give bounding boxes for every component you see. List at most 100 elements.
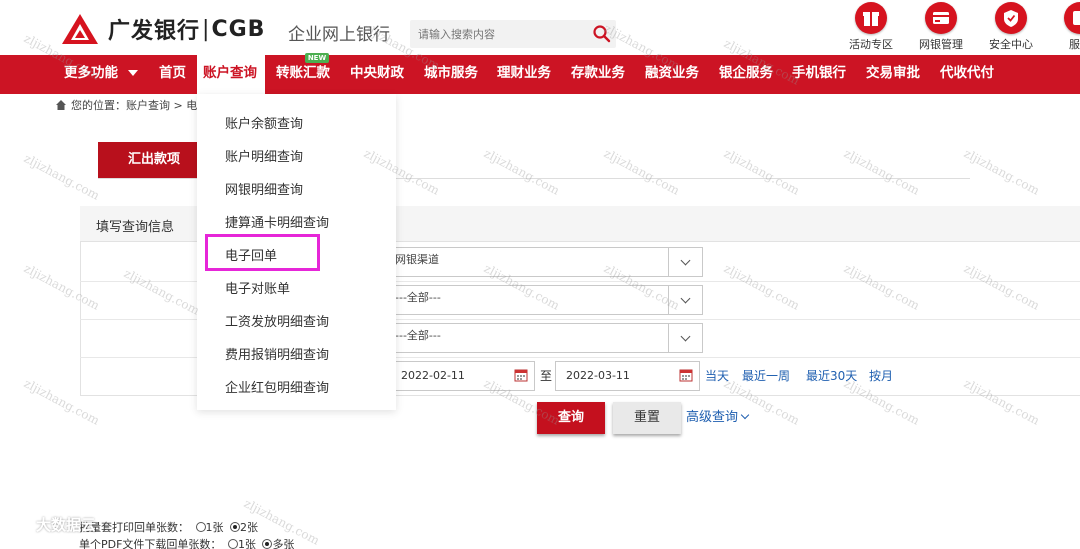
quick-link-activity[interactable]: 活动专区	[841, 2, 901, 52]
nav-item-mobile[interactable]: 手机银行	[792, 55, 846, 94]
date-last-30-days-link[interactable]: 最近30天	[806, 367, 857, 384]
radio-label: 1张	[205, 521, 224, 534]
logo-text-en: CGB	[211, 16, 266, 42]
chevron-down-icon	[680, 331, 691, 342]
radio-button[interactable]	[227, 539, 238, 549]
radio-label: 1张	[237, 538, 256, 549]
caret-down-icon	[128, 70, 138, 76]
search-input[interactable]	[410, 20, 580, 48]
nav-item-financing[interactable]: 融资业务	[645, 55, 699, 94]
gift-icon	[855, 2, 887, 34]
radio-label: 多张	[272, 538, 295, 549]
watermark: zljizhang.com	[601, 146, 682, 198]
cgb-logo-icon	[62, 14, 98, 44]
date-from-input[interactable]: 2022-02-11	[390, 361, 535, 391]
date-to-input[interactable]: 2022-03-11	[555, 361, 700, 391]
menu-item-detail-query[interactable]: 账户明细查询	[225, 146, 303, 165]
radio-button[interactable]	[262, 539, 273, 549]
watermark: zljizhang.com	[961, 146, 1042, 198]
radio-button[interactable]	[230, 522, 240, 532]
menu-item-salary-query[interactable]: 工资发放明细查询	[225, 311, 329, 330]
quick-link-label: 安全中心	[989, 38, 1033, 51]
date-by-month-link[interactable]: 按月	[869, 367, 893, 384]
watermark: zljizhang.com	[21, 151, 102, 203]
advanced-query-toggle[interactable]: 高级查询	[686, 406, 750, 425]
query-button[interactable]: 查询	[537, 402, 605, 434]
home-icon	[56, 100, 66, 110]
quick-link-label: 活动专区	[849, 38, 893, 51]
card-manage-icon	[925, 2, 957, 34]
pdf-download-option: 单个PDF文件下载回单张数： 1张 多张	[79, 536, 294, 549]
quick-link-manage[interactable]: 网银管理	[911, 2, 971, 52]
menu-item-balance-query[interactable]: 账户余额查询	[225, 113, 303, 132]
nav-more-label: 更多功能	[64, 65, 118, 81]
shield-icon	[995, 2, 1027, 34]
wechat-icon	[8, 515, 35, 534]
wechat-watermark-text: 大数据云	[36, 516, 97, 534]
select-toggle[interactable]	[668, 248, 702, 276]
quick-link-service[interactable]: 服务	[1050, 2, 1080, 52]
bank-logo[interactable]: 广发银行 | CGB	[60, 12, 265, 46]
pdf-download-label: 单个PDF文件下载回单张数：	[79, 538, 222, 549]
nav-item-collect-pay[interactable]: 代收代付	[940, 55, 994, 94]
status-select-value: ---全部---	[395, 329, 441, 342]
chevron-down-icon	[680, 255, 691, 266]
search-icon[interactable]	[592, 24, 612, 44]
channel-select-value: 网银渠道	[395, 253, 439, 266]
form-title: 填写查询信息	[96, 220, 175, 235]
nav-item-central-finance[interactable]: 中央财政	[350, 55, 404, 94]
batch-print-option: 批量套打印回单张数： 1张 2张	[79, 519, 258, 535]
status-select[interactable]: ---全部---	[390, 323, 703, 353]
main-nav: 更多功能 首页 账户查询 转账汇款 中央财政 城市服务 理财业务 存款业务 融资…	[0, 55, 1080, 94]
menu-item-expense-query[interactable]: 费用报销明细查询	[225, 344, 329, 363]
breadcrumb: 您的位置：账户查询 > 电	[55, 97, 197, 113]
type-select[interactable]: ---全部---	[390, 285, 703, 315]
watermark: zljizhang.com	[481, 146, 562, 198]
nav-item-wealth[interactable]: 理财业务	[497, 55, 551, 94]
type-select-value: ---全部---	[395, 291, 441, 304]
menu-item-e-statement[interactable]: 电子对账单	[225, 278, 290, 297]
menu-item-card-detail-query[interactable]: 捷算通卡明细查询	[225, 212, 329, 231]
select-toggle[interactable]	[668, 286, 702, 314]
channel-select[interactable]: 网银渠道	[390, 247, 703, 277]
reset-button[interactable]: 重置	[613, 402, 681, 434]
calendar-icon[interactable]	[679, 368, 693, 382]
header: 广发银行 | CGB 企业网上银行 活动专区 网银管理	[0, 0, 1080, 55]
menu-item-red-packet-query[interactable]: 企业红包明细查询	[225, 377, 329, 396]
search-box	[410, 20, 616, 48]
nav-item-bank-enterprise[interactable]: 银企服务	[719, 55, 773, 94]
nav-item-city-service[interactable]: 城市服务	[424, 55, 478, 94]
select-toggle[interactable]	[668, 324, 702, 352]
quick-link-label: 服务	[1069, 38, 1080, 51]
calendar-icon[interactable]	[514, 368, 528, 382]
radio-button[interactable]	[195, 522, 206, 532]
watermark: zljizhang.com	[721, 146, 802, 198]
date-last-week-link[interactable]: 最近一周	[742, 367, 790, 384]
chevron-down-icon	[740, 410, 750, 420]
tab-outgoing-remittance[interactable]: 汇出款项	[98, 142, 210, 178]
menu-item-online-detail-query[interactable]: 网银明细查询	[225, 179, 303, 198]
date-from-value: 2022-02-11	[401, 369, 465, 382]
advanced-query-label: 高级查询	[686, 410, 739, 425]
chevron-down-icon	[680, 293, 691, 304]
date-to-value: 2022-03-11	[566, 369, 630, 382]
nav-item-home[interactable]: 首页	[159, 55, 186, 94]
nav-more[interactable]: 更多功能	[64, 55, 138, 94]
logo-text-cn: 广发银行	[108, 19, 201, 44]
highlight-box	[205, 234, 320, 271]
new-badge: NEW	[305, 53, 329, 63]
service-icon	[1064, 2, 1080, 34]
nav-item-account-query[interactable]: 账户查询	[197, 55, 265, 94]
site-name: 企业网上银行	[288, 25, 390, 45]
quick-link-label: 网银管理	[919, 38, 963, 51]
date-today-link[interactable]: 当天	[705, 367, 729, 384]
wechat-watermark: 大数据云	[8, 514, 96, 535]
breadcrumb-text: 您的位置：账户查询 > 电	[71, 99, 198, 112]
nav-item-deposit[interactable]: 存款业务	[571, 55, 625, 94]
radio-label: 2张	[240, 521, 258, 534]
app-root: 广发银行 | CGB 企业网上银行 活动专区 网银管理	[0, 0, 1080, 549]
quick-link-security[interactable]: 安全中心	[981, 2, 1041, 52]
watermark: zljizhang.com	[841, 146, 922, 198]
nav-item-approval[interactable]: 交易审批	[866, 55, 920, 94]
date-range-separator: 至	[540, 369, 553, 383]
